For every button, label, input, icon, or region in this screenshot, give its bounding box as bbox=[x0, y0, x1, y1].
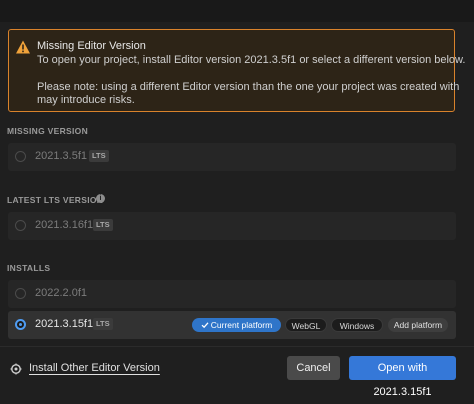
windows-chip[interactable]: Windows bbox=[331, 318, 383, 332]
lts-badge: LTS bbox=[93, 219, 113, 231]
current-platform-chip[interactable]: Current platform bbox=[192, 318, 281, 332]
current-platform-label: Current platform bbox=[210, 320, 273, 330]
add-platform-button[interactable]: Add platform bbox=[388, 318, 448, 332]
webgl-chip[interactable]: WebGL bbox=[285, 318, 327, 332]
install-other-editor-label: Install Other Editor Version bbox=[29, 362, 160, 374]
lts-badge: LTS bbox=[93, 318, 113, 330]
warning-triangle-icon bbox=[16, 40, 30, 54]
missing-version-heading: MISSING VERSION bbox=[7, 126, 89, 136]
latest-lts-row[interactable]: 2021.3.16f1 LTS bbox=[8, 212, 456, 240]
install-editor-icon bbox=[10, 363, 22, 375]
install-radio-selected[interactable] bbox=[15, 319, 26, 330]
warning-note: Please note: using a different Editor ve… bbox=[37, 81, 460, 93]
latest-lts-version-number: 2021.3.16f1 bbox=[35, 219, 94, 231]
install-row-2021-3-15f1[interactable]: 2021.3.15f1 LTS Current platform WebGL W… bbox=[8, 311, 456, 339]
install-radio[interactable] bbox=[15, 288, 26, 299]
warning-note-continued: may introduce risks. bbox=[37, 94, 135, 106]
window-top-bar bbox=[0, 0, 474, 22]
missing-version-number: 2021.3.5f1 bbox=[35, 150, 87, 162]
check-icon bbox=[201, 322, 209, 329]
install-version-number: 2022.2.0f1 bbox=[35, 287, 87, 299]
missing-editor-warning: Missing Editor Version To open your proj… bbox=[8, 29, 465, 112]
latest-lts-radio[interactable] bbox=[15, 220, 26, 231]
latest-lts-heading: LATEST LTS VERSION bbox=[7, 195, 104, 205]
lts-badge: LTS bbox=[89, 150, 109, 162]
missing-version-row: 2021.3.5f1 LTS bbox=[8, 143, 456, 171]
warning-message: To open your project, install Editor ver… bbox=[37, 54, 466, 66]
install-version-number: 2021.3.15f1 bbox=[35, 318, 94, 330]
install-row-2022-2-0f1[interactable]: 2022.2.0f1 bbox=[8, 280, 456, 308]
missing-version-radio bbox=[15, 151, 26, 162]
info-icon[interactable]: i bbox=[96, 194, 105, 203]
cancel-button[interactable]: Cancel bbox=[287, 356, 340, 380]
footer-divider bbox=[0, 346, 474, 347]
open-with-button[interactable]: Open with 2021.3.15f1 bbox=[349, 356, 456, 398]
installs-heading: INSTALLS bbox=[7, 263, 51, 273]
warning-title: Missing Editor Version bbox=[37, 40, 146, 52]
